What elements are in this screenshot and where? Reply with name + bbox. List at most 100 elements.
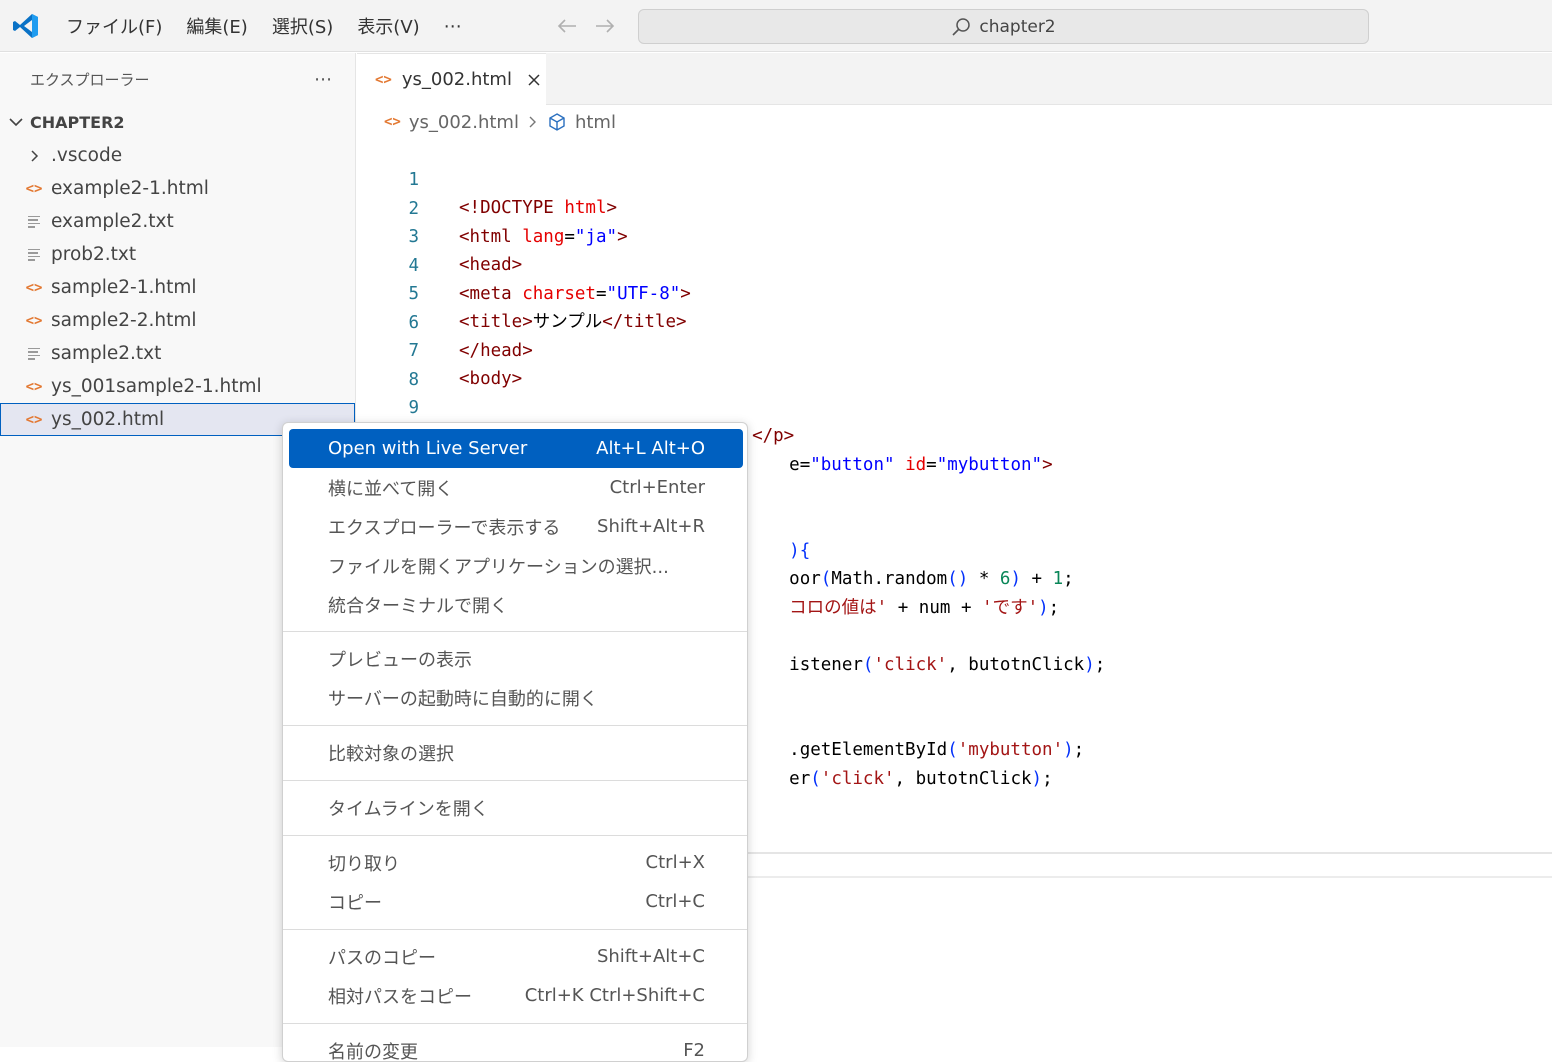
explorer-header: エクスプローラー ⋯ bbox=[0, 53, 355, 105]
menu-item-cut[interactable]: 切り取り Ctrl+X bbox=[289, 843, 743, 882]
menu-item-open-to-side[interactable]: 横に並べて開く Ctrl+Enter bbox=[289, 468, 743, 507]
menu-item-shortcut: Ctrl+X bbox=[646, 852, 705, 873]
text-file-icon bbox=[24, 249, 44, 261]
menu-item-shortcut: Alt+L Alt+O bbox=[596, 438, 705, 459]
menu-item-label: 横に並べて開く bbox=[328, 475, 453, 501]
chevron-right-icon bbox=[527, 115, 539, 129]
folder-header-chapter2[interactable]: CHAPTER2 bbox=[0, 105, 355, 139]
code-line: 4 <meta charset="UTF-8"> bbox=[357, 224, 399, 252]
forward-arrow-icon[interactable] bbox=[590, 12, 620, 40]
menu-item-copy-relative-path[interactable]: 相対パスをコピー Ctrl+K Ctrl+Shift+C bbox=[289, 976, 743, 1015]
menu-separator bbox=[283, 835, 748, 836]
code-line: 7 <body> bbox=[357, 309, 399, 337]
tree-item-label: .vscode bbox=[51, 145, 122, 166]
menu-separator bbox=[283, 1023, 748, 1024]
tree-item-label: example2.txt bbox=[51, 211, 174, 232]
menu-item-open-on-server-start[interactable]: サーバーの起動時に自動的に開く bbox=[289, 678, 743, 717]
code-line: 2 <html lang="ja"> bbox=[357, 167, 399, 195]
explorer-more-button[interactable]: ⋯ bbox=[314, 69, 333, 90]
code-text: <html lang="ja"> bbox=[459, 223, 628, 251]
menu-item-reveal-in-explorer[interactable]: エクスプローラーで表示する Shift+Alt+R bbox=[289, 507, 743, 546]
tree-item-label: prob2.txt bbox=[51, 244, 136, 265]
breadcrumb-file[interactable]: ys_002.html bbox=[409, 112, 519, 133]
tree-item-ys-001sample2-1-html[interactable]: <> ys_001sample2-1.html bbox=[0, 370, 355, 403]
code-line: 9 <p>ボタンをクリックしてください。</p> bbox=[357, 366, 399, 394]
menu-item-label: プレビューの表示 bbox=[328, 646, 472, 672]
code-line: 8 bbox=[357, 338, 399, 366]
context-menu: Open with Live Server Alt+L Alt+O 横に並べて開… bbox=[282, 422, 748, 1062]
editor-tab-bar: <> ys_002.html bbox=[357, 53, 1552, 105]
code-line: 3 <head> bbox=[357, 195, 399, 223]
back-arrow-icon[interactable] bbox=[552, 12, 582, 40]
code-line-partial: コロの値は' + num + 'です'); bbox=[747, 566, 1059, 594]
menu-item-label: コピー bbox=[328, 889, 382, 915]
code-line-partial: .getElementById('mybutton'); bbox=[747, 708, 1084, 736]
menu-item-shortcut: Ctrl+Enter bbox=[610, 477, 705, 498]
menu-item-select-for-compare[interactable]: 比較対象の選択 bbox=[289, 733, 743, 772]
menu-item-shortcut: Ctrl+C bbox=[645, 891, 705, 912]
tree-item-sample2-1-html[interactable]: <> sample2-1.html bbox=[0, 271, 355, 304]
code-line: 5 <title>サンプル</title> bbox=[357, 252, 399, 280]
folder-label: CHAPTER2 bbox=[30, 113, 125, 132]
breadcrumb: <> ys_002.html html bbox=[384, 108, 616, 136]
tree-item-label: sample2-1.html bbox=[51, 277, 197, 298]
breadcrumb-symbol[interactable]: html bbox=[575, 112, 616, 133]
explorer-title: エクスプローラー bbox=[30, 69, 150, 90]
code-line-partial: e="button" id="mybutton"> bbox=[747, 423, 1053, 451]
code-line: 1 <!DOCTYPE html> bbox=[357, 138, 399, 166]
text-file-icon bbox=[24, 348, 44, 360]
tree-item-label: example2-1.html bbox=[51, 178, 209, 199]
chevron-down-icon bbox=[8, 114, 24, 130]
menu-item-copy-path[interactable]: パスのコピー Shift+Alt+C bbox=[289, 937, 743, 976]
text-file-icon bbox=[24, 216, 44, 228]
menu-item-shortcut: Shift+Alt+C bbox=[597, 946, 705, 967]
search-icon bbox=[951, 17, 971, 37]
html-file-icon: <> bbox=[24, 280, 44, 296]
code-line-partial: oor(Math.random() * 6) + 1; bbox=[747, 537, 1074, 565]
menu-item-show-preview[interactable]: プレビューの表示 bbox=[289, 639, 743, 678]
tab-label: ys_002.html bbox=[402, 69, 512, 90]
menu-item-open-timeline[interactable]: タイムラインを開く bbox=[289, 788, 743, 827]
command-center-search[interactable]: chapter2 bbox=[638, 9, 1369, 44]
menu-more-button[interactable]: ⋯ bbox=[432, 16, 475, 37]
tree-item-sample2-2-html[interactable]: <> sample2-2.html bbox=[0, 304, 355, 337]
tree-item-sample2-txt[interactable]: sample2.txt bbox=[0, 337, 355, 370]
menu-item-open-in-terminal[interactable]: 統合ターミナルで開く bbox=[289, 585, 743, 624]
tree-item-example2-txt[interactable]: example2.txt bbox=[0, 205, 355, 238]
menu-separator bbox=[283, 780, 748, 781]
tree-item-label: sample2-2.html bbox=[51, 310, 197, 331]
code-line: 10 bbox=[357, 395, 399, 423]
menu-file[interactable]: ファイル(F) bbox=[54, 13, 174, 39]
menu-selection[interactable]: 選択(S) bbox=[260, 13, 345, 39]
menu-item-label: エクスプローラーで表示する bbox=[328, 514, 560, 540]
menu-item-open-with[interactable]: ファイルを開くアプリケーションの選択... bbox=[289, 546, 743, 585]
menu-item-copy[interactable]: コピー Ctrl+C bbox=[289, 882, 743, 921]
close-icon[interactable] bbox=[526, 72, 542, 88]
html-file-icon: <> bbox=[375, 72, 392, 88]
menu-view[interactable]: 表示(V) bbox=[345, 13, 431, 39]
code-text: <body> bbox=[459, 365, 522, 393]
tree-item-prob2-txt[interactable]: prob2.txt bbox=[0, 238, 355, 271]
code-text: </head> bbox=[459, 337, 533, 365]
menu-item-open-with-live-server[interactable]: Open with Live Server Alt+L Alt+O bbox=[289, 429, 743, 468]
menu-edit[interactable]: 編集(E) bbox=[174, 13, 259, 39]
tree-item-example2-1-html[interactable]: <> example2-1.html bbox=[0, 172, 355, 205]
vscode-logo-icon bbox=[12, 12, 40, 40]
tree-item-vscode[interactable]: .vscode bbox=[0, 139, 355, 172]
menu-item-label: パスのコピー bbox=[328, 944, 436, 970]
menu-item-label: 統合ターミナルで開く bbox=[328, 592, 508, 618]
code-line: 6 </head> bbox=[357, 281, 399, 309]
code-text: <title>サンプル</title> bbox=[459, 308, 687, 336]
menu-item-label: タイムラインを開く bbox=[328, 795, 489, 821]
tab-ys-002-html[interactable]: <> ys_002.html bbox=[357, 53, 546, 105]
code-line-partial: er('click', butotnClick); bbox=[747, 737, 1053, 765]
code-line-partial: ){ bbox=[747, 509, 810, 537]
tree-item-label: sample2.txt bbox=[51, 343, 161, 364]
menu-item-label: ファイルを開くアプリケーションの選択... bbox=[328, 553, 669, 579]
menu-separator bbox=[283, 725, 748, 726]
code-text: <meta charset="UTF-8"> bbox=[459, 280, 691, 308]
chevron-right-icon bbox=[24, 149, 44, 163]
tree-item-label: ys_001sample2-1.html bbox=[51, 376, 262, 397]
menu-item-label: サーバーの起動時に自動的に開く bbox=[328, 685, 598, 711]
html-file-icon: <> bbox=[24, 412, 44, 428]
